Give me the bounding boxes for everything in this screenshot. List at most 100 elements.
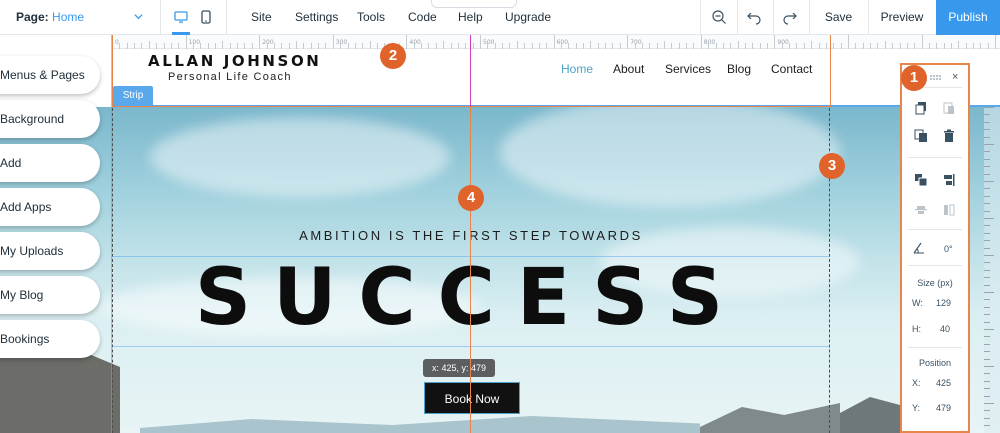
cloud-decoration [500,107,840,207]
vruler-tick [984,181,994,182]
zoom-out-icon[interactable] [711,9,727,25]
panel-my-uploads[interactable]: My Uploads [0,232,100,270]
preview-button[interactable]: Preview [868,0,936,35]
ruler-tick [163,43,165,49]
text-box-guide [112,346,830,347]
ruler-tick [825,43,827,49]
mobile-view-icon[interactable] [198,9,214,25]
ruler-tick [472,43,474,49]
width-field[interactable]: 129 [936,298,951,308]
strip-label-badge[interactable]: Strip [113,86,153,106]
ruler-tick [774,35,776,49]
vruler-tick [984,129,990,131]
ruler-tick [803,43,805,49]
undo-icon[interactable] [746,9,762,25]
vruler-tick [984,247,990,249]
vruler-tick [984,410,990,412]
page-selector-value: Home [52,10,85,24]
ruler-number: 100 [188,39,201,46]
vruler-tick [984,395,990,397]
site-nav-blog[interactable]: Blog [727,62,751,76]
ruler-tick [215,43,217,49]
copy-icon[interactable] [914,101,928,115]
delete-icon[interactable] [942,129,956,143]
panel-my-blog[interactable]: My Blog [0,276,100,314]
ruler-tick [318,43,320,49]
right-page-boundary [830,35,831,107]
duplicate-icon[interactable] [914,129,928,143]
ruler-tick [531,43,533,49]
ruler-tick [700,35,702,49]
ruler-tick [200,43,202,49]
ruler-tick [185,35,187,49]
vruler-tick [984,329,994,330]
save-button[interactable]: Save [809,0,868,35]
rotation-value[interactable]: 0° [944,244,953,254]
vruler-tick [984,314,990,316]
ruler-tick [170,43,172,49]
redo-icon[interactable] [782,9,798,25]
ruler-tick [641,43,643,49]
match-size-icon[interactable] [942,203,956,217]
ruler-number: 700 [630,39,642,46]
drag-handle-icon[interactable] [930,75,942,81]
height-label: H: [912,324,921,334]
panel-add-apps[interactable]: Add Apps [0,188,100,226]
ruler-tick [538,43,540,49]
site-nav-about[interactable]: About [613,62,644,76]
horizontal-ruler[interactable]: 0 100 200 300 400 500 600 700 800 900 [112,35,1000,49]
element-toolbar: × 0° Size (px) W: 129 H: 40 Position X: … [900,63,970,433]
panel-background[interactable]: Background [0,100,100,138]
close-icon[interactable]: × [952,71,958,83]
paste-icon[interactable] [942,101,956,115]
hero-tagline[interactable]: AMBITION IS THE FIRST STEP TOWARDS [196,228,746,243]
menu-site[interactable]: Site [251,0,272,35]
vruler-tick [984,166,990,168]
page-selector[interactable]: Page: Home [0,0,160,35]
x-field[interactable]: 425 [936,378,951,388]
panel-bookings[interactable]: Bookings [0,320,100,358]
ruler-tick [310,43,312,49]
publish-button[interactable]: Publish [936,0,1000,35]
arrange-icon[interactable] [914,173,928,187]
ruler-number: 0 [115,39,119,46]
rotate-angle-icon[interactable] [912,241,926,255]
mountain-decoration [140,416,700,433]
site-logo-subtitle[interactable]: Personal Life Coach [168,71,292,83]
vruler-tick [984,121,990,123]
ruler-tick [207,43,209,49]
ruler-tick [222,41,224,49]
vruler-tick [984,373,990,375]
ruler-tick [509,43,511,49]
vruler-tick [984,144,994,145]
panel-add[interactable]: Add [0,144,100,182]
menu-tools[interactable]: Tools [357,0,385,35]
ruler-tick [752,43,754,49]
site-logo-name[interactable]: ALLAN JOHNSON [148,52,321,70]
vruler-tick [984,232,990,234]
ruler-tick [332,35,334,49]
collapse-topbar-tab[interactable]: ^ [431,0,517,8]
ruler-tick [928,43,930,49]
ruler-tick [288,43,290,49]
vertical-ruler[interactable] [984,107,1000,433]
y-field[interactable]: 479 [936,403,951,413]
ruler-tick [627,35,629,49]
menu-settings[interactable]: Settings [295,0,338,35]
ruler-tick [619,43,621,49]
book-now-button[interactable]: Book Now [424,382,520,414]
site-nav-home[interactable]: Home [561,62,593,76]
panel-menus-pages[interactable]: Menus & Pages [0,56,100,94]
position-tooltip: x: 425, y: 479 [423,359,495,377]
ruler-tick [465,43,467,49]
site-nav-contact[interactable]: Contact [771,62,812,76]
ruler-tick [715,43,717,49]
height-field[interactable]: 40 [940,324,950,334]
align-icon[interactable] [942,173,956,187]
site-nav-services[interactable]: Services [665,62,711,76]
vruler-tick [984,173,990,175]
ruler-tick [848,35,849,49]
distribute-icon[interactable] [914,203,928,217]
desktop-view-icon[interactable] [173,9,189,25]
ruler-tick [870,43,872,49]
